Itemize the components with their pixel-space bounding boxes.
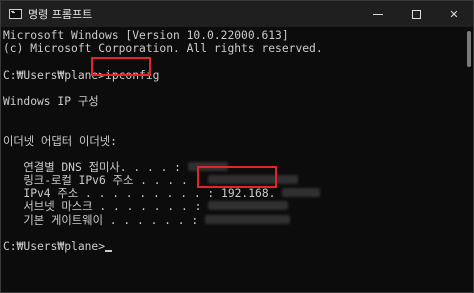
console-line: IPv4 주소 . . . . . . . . . : 192.168. [3,187,461,200]
minimize-icon [373,13,383,15]
text-cursor [105,250,113,252]
terminal-icon [9,9,22,19]
redacted-value [282,188,321,198]
console-line: (c) Microsoft Corporation. All rights re… [3,42,323,56]
ipconfig-highlight-box [91,57,151,76]
title-bar[interactable]: 명령 프롬프트 ✕ [1,1,473,27]
command-prompt-window: 명령 프롬프트 ✕ Microsoft Windows [Version 10.… [0,0,474,293]
console-line: Microsoft Windows [Version 10.0.22000.61… [3,29,289,42]
console-line: C:₩Users₩plane>ipconfig [3,68,160,82]
ipv6-label: 링크-로컬 IPv6 주소 . . . . : [3,174,202,188]
subnet-mask-label: 서브넷 마스크 . . . . . . . : [3,200,202,214]
close-button[interactable]: ✕ [435,1,473,27]
scrollbar-thumb[interactable] [467,31,471,67]
prompt: C:₩Users₩plane> [3,240,106,253]
window-title: 명령 프롬프트 [28,8,93,21]
window-controls: ✕ [359,1,473,27]
console-prompt-line[interactable]: C:₩Users₩plane> [3,240,461,253]
close-icon: ✕ [449,7,459,21]
dns-suffix-label: 연결별 DNS 접미사. . . . : [3,160,181,174]
console-line: 서브넷 마스크 . . . . . . . : [3,200,461,213]
console-output[interactable]: Microsoft Windows [Version 10.0.22000.61… [1,27,461,293]
maximize-button[interactable] [397,1,435,27]
redacted-value [205,214,290,224]
ipv4-line: IPv4 주소 . . . . . . . . . : 192.168. [3,187,276,201]
maximize-icon [411,9,421,19]
minimize-button[interactable] [359,1,397,27]
gateway-label: 기본 게이트웨이 . . . . . . : [3,213,199,227]
console-line: Windows IP 구성 [3,94,99,108]
ipv4-highlight-box [197,166,277,188]
console-line: 기본 게이트웨이 . . . . . . : [3,214,461,227]
console-line: 이더넷 어댑터 이더넷: [3,134,117,148]
redacted-value [208,201,289,211]
